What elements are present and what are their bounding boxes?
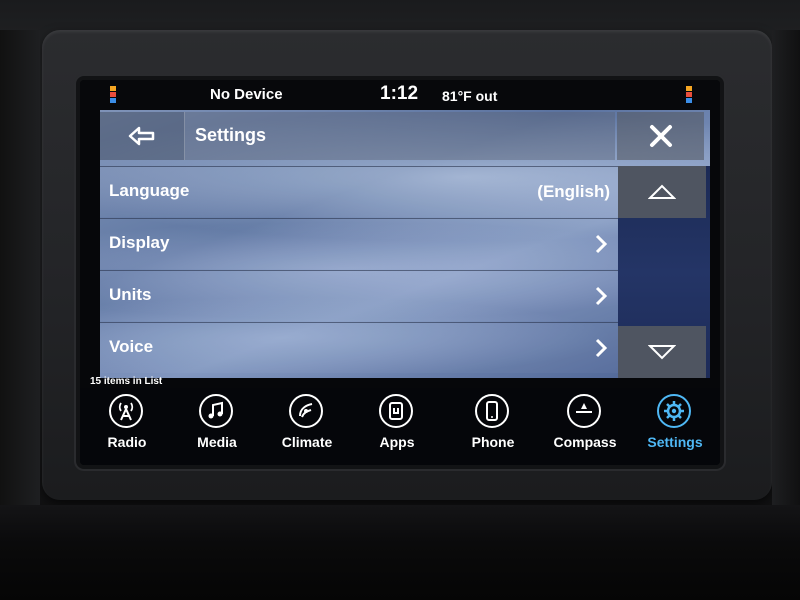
back-button[interactable] bbox=[100, 112, 185, 160]
nav-label: Media bbox=[197, 434, 237, 450]
clock: 1:12 bbox=[380, 83, 419, 104]
nav-label: Climate bbox=[281, 434, 333, 450]
nav-label: Compass bbox=[553, 434, 617, 450]
apps-icon bbox=[379, 394, 413, 428]
device-status: No Device bbox=[210, 86, 283, 103]
item-count: 15 items in List bbox=[90, 376, 163, 387]
list-item-value: (English) bbox=[537, 182, 610, 201]
chevron-right-icon bbox=[595, 234, 608, 254]
bottom-nav: Radio Media Climate Apps Phone Compass S… bbox=[80, 388, 720, 465]
triangle-down-icon bbox=[648, 345, 676, 360]
gear-icon bbox=[657, 394, 691, 428]
list-item-label: Language bbox=[109, 181, 190, 200]
close-button[interactable] bbox=[617, 112, 704, 160]
compass-icon bbox=[567, 394, 601, 428]
signal-icon bbox=[686, 86, 694, 104]
back-arrow-icon bbox=[128, 126, 155, 146]
climate-fan-icon bbox=[289, 394, 323, 428]
list-item-label: Voice bbox=[109, 337, 154, 356]
dash-right-edge bbox=[772, 30, 800, 510]
dash-lower-panel bbox=[0, 505, 800, 600]
nav-apps[interactable]: Apps bbox=[352, 392, 442, 462]
nav-label: Settings bbox=[647, 434, 703, 450]
scroll-up-button[interactable] bbox=[618, 166, 706, 218]
nav-radio[interactable]: Radio bbox=[82, 392, 172, 462]
close-x-icon bbox=[649, 125, 672, 147]
page-title: Settings bbox=[195, 125, 267, 145]
settings-panel: Settings Language (English) Display Unit… bbox=[100, 110, 710, 378]
list-item-voice[interactable]: Voice bbox=[100, 322, 618, 373]
nav-media[interactable]: Media bbox=[172, 392, 262, 462]
outside-temperature: 81°F out bbox=[442, 88, 498, 104]
nav-settings[interactable]: Settings bbox=[630, 392, 720, 462]
list-item-language[interactable]: Language (English) bbox=[100, 166, 618, 217]
nav-climate[interactable]: Climate bbox=[262, 392, 352, 462]
nav-phone[interactable]: Phone bbox=[448, 392, 538, 462]
nav-compass[interactable]: Compass bbox=[540, 392, 630, 462]
phone-icon bbox=[475, 394, 509, 428]
header: Settings bbox=[100, 110, 710, 162]
signal-icon bbox=[110, 86, 118, 104]
infotainment-screen: No Device 1:12 81°F out Settings Languag… bbox=[80, 80, 720, 465]
nav-label: Radio bbox=[107, 434, 147, 450]
chevron-right-icon bbox=[595, 338, 608, 358]
title-bar: Settings bbox=[185, 112, 615, 160]
chevron-right-icon bbox=[595, 286, 608, 306]
scroll-bar[interactable] bbox=[618, 166, 710, 378]
list-item-label: Units bbox=[109, 285, 152, 304]
nav-label: Phone bbox=[471, 434, 515, 450]
radio-tower-icon bbox=[109, 394, 143, 428]
list-item-units[interactable]: Units bbox=[100, 270, 618, 321]
nav-label: Apps bbox=[379, 434, 415, 450]
list-item-label: Display bbox=[109, 233, 170, 252]
list-item-display[interactable]: Display bbox=[100, 218, 618, 269]
scroll-down-button[interactable] bbox=[618, 326, 706, 378]
triangle-up-icon bbox=[648, 184, 676, 199]
dash-left-edge bbox=[0, 30, 40, 510]
music-note-icon bbox=[199, 394, 233, 428]
status-bar: No Device 1:12 81°F out bbox=[80, 80, 720, 110]
